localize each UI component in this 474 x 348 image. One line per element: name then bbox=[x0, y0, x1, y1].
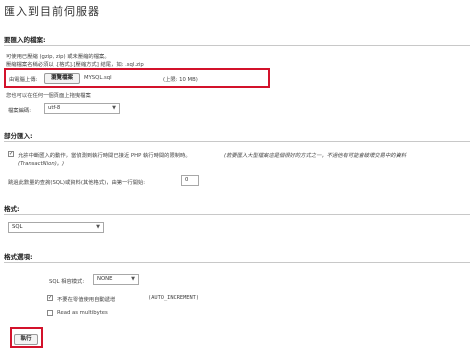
execute-button[interactable]: 執行 bbox=[14, 334, 38, 345]
interrupt-note-cont: (TransactNion)。) bbox=[18, 161, 65, 167]
auto-increment-code: (AUTO_INCREMENT) bbox=[148, 295, 200, 301]
compat-mode-value: NONE bbox=[97, 276, 113, 282]
format-options-heading: 格式選項: bbox=[4, 253, 33, 261]
multibyte-checkbox[interactable] bbox=[47, 310, 53, 316]
selected-file-name: MYSQL.sql bbox=[84, 75, 112, 81]
interrupt-checkbox[interactable]: ✓ bbox=[8, 151, 14, 157]
divider bbox=[4, 262, 470, 263]
charset-select[interactable]: utf-8 ▼ bbox=[44, 103, 120, 114]
max-size-note: (上限: 10 MB) bbox=[163, 77, 198, 83]
divider bbox=[4, 214, 470, 215]
compat-mode-label: SQL 相容模式: bbox=[49, 279, 85, 285]
filename-note: 壓縮檔案名稱必須以 .[格式].[壓縮方式] 結尾，如: .sql.zip bbox=[6, 62, 144, 68]
compat-mode-select[interactable]: NONE ▼ bbox=[93, 274, 139, 285]
format-section-heading: 格式: bbox=[4, 205, 20, 213]
format-value: SQL bbox=[12, 224, 23, 230]
auto-increment-checkbox[interactable]: ✓ bbox=[47, 295, 53, 301]
upload-label: 由電腦上傳: bbox=[9, 77, 38, 83]
compress-note: 可使用已壓縮 (gzip, zip) 或未壓縮的檔案。 bbox=[6, 54, 110, 60]
multibyte-label: Read as multibytes bbox=[57, 310, 108, 316]
auto-increment-label: 不要在零值使用自動遞增 bbox=[57, 297, 116, 303]
divider bbox=[4, 45, 470, 46]
chevron-down-icon: ▼ bbox=[112, 105, 116, 111]
chevron-down-icon: ▼ bbox=[96, 224, 100, 230]
skip-label: 跳過此數量的查詢(SQL)或資料(其他格式)，由第一行開始: bbox=[8, 180, 146, 186]
page-title: 匯入到目前伺服器 bbox=[4, 5, 100, 18]
drag-drop-note: 您也可以在任何一個頁面上拖曳檔案 bbox=[6, 93, 91, 99]
browse-file-button[interactable]: 瀏覽檔案 bbox=[44, 73, 80, 84]
charset-label: 檔案編碼: bbox=[8, 108, 31, 114]
format-select[interactable]: SQL ▼ bbox=[8, 222, 104, 233]
chevron-down-icon: ▼ bbox=[131, 276, 135, 282]
interrupt-note: (若要匯入大型檔案這是個很好的方式之一，不過他有可能會破壞交易中的資料 bbox=[224, 153, 407, 159]
charset-value: utf-8 bbox=[48, 105, 61, 111]
skip-queries-input[interactable]: 0 bbox=[181, 175, 199, 186]
divider bbox=[4, 141, 470, 142]
file-section-heading: 要匯入的檔案: bbox=[4, 36, 46, 44]
interrupt-label: 允許中斷匯入的動作，當偵測到執行時間已接近 PHP 執行時間的限制時。 bbox=[18, 153, 191, 159]
partial-section-heading: 部分匯入: bbox=[4, 132, 33, 140]
